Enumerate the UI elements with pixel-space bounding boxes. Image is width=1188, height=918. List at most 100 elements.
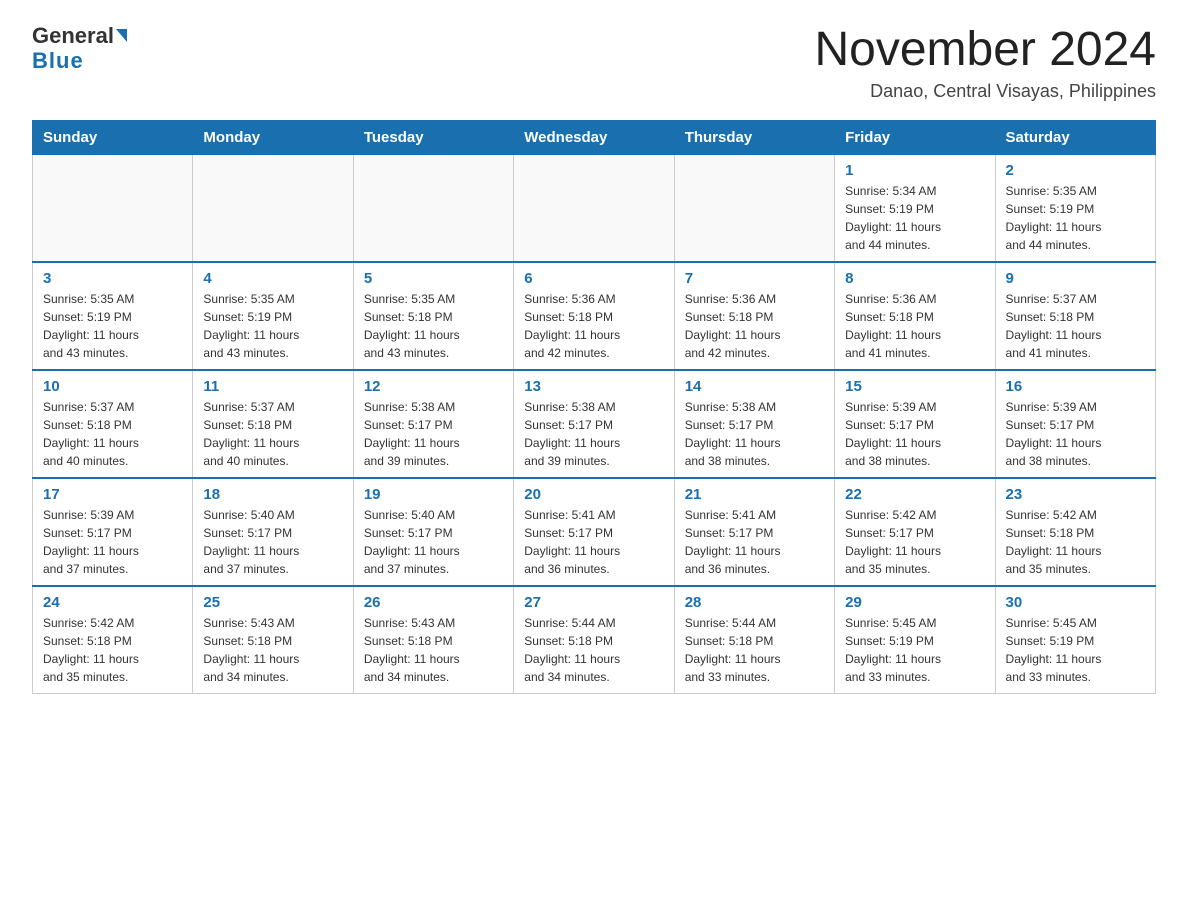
- calendar-cell: 30 Sunrise: 5:45 AM Sunset: 5:19 PM Dayli…: [995, 586, 1155, 694]
- day-number: 5: [364, 270, 503, 287]
- day-info: Sunrise: 5:43 AM Sunset: 5:18 PM Dayligh…: [203, 614, 342, 686]
- day-info: Sunrise: 5:38 AM Sunset: 5:17 PM Dayligh…: [524, 398, 663, 470]
- calendar-cell: 4Sunrise: 5:35 AM Sunset: 5:19 PM Daylig…: [193, 262, 353, 370]
- day-number: 20: [524, 486, 663, 503]
- day-number: 8: [845, 270, 984, 287]
- calendar-cell: 17Sunrise: 5:39 AM Sunset: 5:17 PM Dayli…: [33, 478, 193, 586]
- logo-bottom-line: Blue: [32, 48, 84, 74]
- day-number: 7: [685, 270, 824, 287]
- day-info: Sunrise: 5:36 AM Sunset: 5:18 PM Dayligh…: [685, 290, 824, 362]
- day-info: Sunrise: 5:42 AM Sunset: 5:18 PM Dayligh…: [1006, 506, 1145, 578]
- calendar-header-tuesday: Tuesday: [353, 120, 513, 154]
- day-number: 4: [203, 270, 342, 287]
- day-number: 17: [43, 486, 182, 503]
- calendar-cell: [674, 154, 834, 262]
- calendar-cell: 12 Sunrise: 5:38 AM Sunset: 5:17 PM Dayli…: [353, 370, 513, 478]
- day-number: 10: [43, 378, 182, 395]
- day-info: Sunrise: 5:44 AM Sunset: 5:18 PM Dayligh…: [524, 614, 663, 686]
- calendar-cell: 2 Sunrise: 5:35 AM Sunset: 5:19 PM Daylig…: [995, 154, 1155, 262]
- day-info: Sunrise: 5:38 AM Sunset: 5:17 PM Dayligh…: [685, 398, 824, 470]
- calendar-week-row: 10 Sunrise: 5:37 AM Sunset: 5:18 PM Dayli…: [33, 370, 1156, 478]
- day-number: 6: [524, 270, 663, 287]
- day-info: Sunrise: 5:35 AM Sunset: 5:18 PM Dayligh…: [364, 290, 503, 362]
- day-number: 13: [524, 378, 663, 395]
- day-info: Sunrise: 5:35 AM Sunset: 5:19 PM Dayligh…: [1006, 182, 1145, 254]
- day-info: Sunrise: 5:42 AM Sunset: 5:18 PM Dayligh…: [43, 614, 182, 686]
- day-number: 30: [1006, 594, 1145, 611]
- day-number: 9: [1006, 270, 1145, 287]
- logo-top-line: General: [32, 24, 127, 48]
- calendar-cell: 3Sunrise: 5:35 AM Sunset: 5:19 PM Daylig…: [33, 262, 193, 370]
- calendar-week-row: 3Sunrise: 5:35 AM Sunset: 5:19 PM Daylig…: [33, 262, 1156, 370]
- day-number: 19: [364, 486, 503, 503]
- day-number: 25: [203, 594, 342, 611]
- calendar-table: SundayMondayTuesdayWednesdayThursdayFrid…: [32, 120, 1156, 694]
- calendar-cell: 21Sunrise: 5:41 AM Sunset: 5:17 PM Dayli…: [674, 478, 834, 586]
- calendar-header-thursday: Thursday: [674, 120, 834, 154]
- calendar-cell: 13 Sunrise: 5:38 AM Sunset: 5:17 PM Dayli…: [514, 370, 674, 478]
- day-info: Sunrise: 5:38 AM Sunset: 5:17 PM Dayligh…: [364, 398, 503, 470]
- title-area: November 2024 Danao, Central Visayas, Ph…: [814, 24, 1156, 102]
- calendar-cell: 10Sunrise: 5:37 AM Sunset: 5:18 PM Dayli…: [33, 370, 193, 478]
- day-info: Sunrise: 5:40 AM Sunset: 5:17 PM Dayligh…: [203, 506, 342, 578]
- main-title: November 2024: [814, 24, 1156, 77]
- calendar-cell: 20 Sunrise: 5:41 AM Sunset: 5:17 PM Dayli…: [514, 478, 674, 586]
- day-info: Sunrise: 5:41 AM Sunset: 5:17 PM Dayligh…: [524, 506, 663, 578]
- calendar-cell: [193, 154, 353, 262]
- calendar-cell: 16 Sunrise: 5:39 AM Sunset: 5:17 PM Dayli…: [995, 370, 1155, 478]
- day-number: 23: [1006, 486, 1145, 503]
- calendar-cell: 8 Sunrise: 5:36 AM Sunset: 5:18 PM Daylig…: [835, 262, 995, 370]
- calendar-week-row: 1Sunrise: 5:34 AM Sunset: 5:19 PM Daylig…: [33, 154, 1156, 262]
- day-info: Sunrise: 5:39 AM Sunset: 5:17 PM Dayligh…: [845, 398, 984, 470]
- calendar-cell: 7 Sunrise: 5:36 AM Sunset: 5:18 PM Daylig…: [674, 262, 834, 370]
- day-number: 27: [524, 594, 663, 611]
- day-info: Sunrise: 5:37 AM Sunset: 5:18 PM Dayligh…: [203, 398, 342, 470]
- day-info: Sunrise: 5:34 AM Sunset: 5:19 PM Dayligh…: [845, 182, 984, 254]
- calendar-cell: [33, 154, 193, 262]
- calendar-cell: [353, 154, 513, 262]
- logo: General Blue: [32, 24, 127, 74]
- calendar-cell: 15 Sunrise: 5:39 AM Sunset: 5:17 PM Dayli…: [835, 370, 995, 478]
- calendar-cell: 11Sunrise: 5:37 AM Sunset: 5:18 PM Dayli…: [193, 370, 353, 478]
- calendar-cell: [514, 154, 674, 262]
- calendar-cell: 24 Sunrise: 5:42 AM Sunset: 5:18 PM Dayli…: [33, 586, 193, 694]
- subtitle: Danao, Central Visayas, Philippines: [814, 81, 1156, 102]
- day-info: Sunrise: 5:43 AM Sunset: 5:18 PM Dayligh…: [364, 614, 503, 686]
- calendar-cell: 18 Sunrise: 5:40 AM Sunset: 5:17 PM Dayli…: [193, 478, 353, 586]
- calendar-cell: 9 Sunrise: 5:37 AM Sunset: 5:18 PM Daylig…: [995, 262, 1155, 370]
- calendar-header-wednesday: Wednesday: [514, 120, 674, 154]
- logo-triangle-icon: [116, 29, 127, 42]
- day-info: Sunrise: 5:37 AM Sunset: 5:18 PM Dayligh…: [1006, 290, 1145, 362]
- calendar-cell: 23 Sunrise: 5:42 AM Sunset: 5:18 PM Dayli…: [995, 478, 1155, 586]
- calendar-cell: 28 Sunrise: 5:44 AM Sunset: 5:18 PM Dayli…: [674, 586, 834, 694]
- calendar-cell: 22Sunrise: 5:42 AM Sunset: 5:17 PM Dayli…: [835, 478, 995, 586]
- day-number: 12: [364, 378, 503, 395]
- calendar-header-monday: Monday: [193, 120, 353, 154]
- day-info: Sunrise: 5:45 AM Sunset: 5:19 PM Dayligh…: [845, 614, 984, 686]
- logo-blue-text: Blue: [32, 48, 84, 73]
- day-number: 15: [845, 378, 984, 395]
- calendar-cell: 25 Sunrise: 5:43 AM Sunset: 5:18 PM Dayli…: [193, 586, 353, 694]
- day-number: 28: [685, 594, 824, 611]
- calendar-week-row: 17Sunrise: 5:39 AM Sunset: 5:17 PM Dayli…: [33, 478, 1156, 586]
- calendar-week-row: 24 Sunrise: 5:42 AM Sunset: 5:18 PM Dayli…: [33, 586, 1156, 694]
- day-number: 22: [845, 486, 984, 503]
- day-number: 18: [203, 486, 342, 503]
- day-info: Sunrise: 5:44 AM Sunset: 5:18 PM Dayligh…: [685, 614, 824, 686]
- day-info: Sunrise: 5:45 AM Sunset: 5:19 PM Dayligh…: [1006, 614, 1145, 686]
- day-number: 29: [845, 594, 984, 611]
- calendar-header-saturday: Saturday: [995, 120, 1155, 154]
- calendar-cell: 19 Sunrise: 5:40 AM Sunset: 5:17 PM Dayli…: [353, 478, 513, 586]
- day-number: 2: [1006, 162, 1145, 179]
- calendar-cell: 14Sunrise: 5:38 AM Sunset: 5:17 PM Dayli…: [674, 370, 834, 478]
- calendar-cell: 1Sunrise: 5:34 AM Sunset: 5:19 PM Daylig…: [835, 154, 995, 262]
- day-info: Sunrise: 5:39 AM Sunset: 5:17 PM Dayligh…: [1006, 398, 1145, 470]
- day-info: Sunrise: 5:36 AM Sunset: 5:18 PM Dayligh…: [845, 290, 984, 362]
- calendar-cell: 29 Sunrise: 5:45 AM Sunset: 5:19 PM Dayli…: [835, 586, 995, 694]
- day-info: Sunrise: 5:35 AM Sunset: 5:19 PM Dayligh…: [43, 290, 182, 362]
- calendar-cell: 27 Sunrise: 5:44 AM Sunset: 5:18 PM Dayli…: [514, 586, 674, 694]
- day-number: 16: [1006, 378, 1145, 395]
- day-info: Sunrise: 5:40 AM Sunset: 5:17 PM Dayligh…: [364, 506, 503, 578]
- calendar-header-row: SundayMondayTuesdayWednesdayThursdayFrid…: [33, 120, 1156, 154]
- day-number: 24: [43, 594, 182, 611]
